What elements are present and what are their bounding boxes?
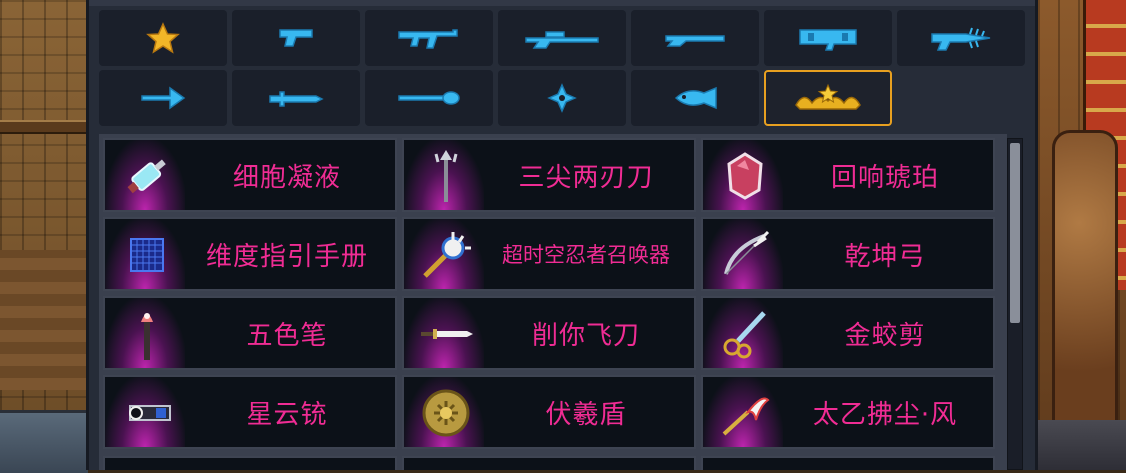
category-launcher-button[interactable] — [764, 10, 892, 66]
panel-top-edge — [89, 0, 1035, 6]
special-stars-icon — [795, 83, 861, 110]
whisk-icon — [717, 385, 773, 441]
shotgun-icon — [665, 35, 725, 47]
sniper-rifle-icon — [525, 31, 599, 49]
assault-rifle-icon — [398, 29, 458, 49]
category-staff-button[interactable] — [365, 70, 493, 126]
sword-icon — [269, 91, 324, 107]
manual-icon — [119, 227, 175, 283]
item-card[interactable]: 乾坤弓 — [701, 217, 995, 291]
item-card[interactable]: 星云铳 — [103, 375, 397, 449]
star-icon — [146, 22, 180, 54]
category-sniper-button[interactable] — [498, 10, 626, 66]
stone-column — [0, 250, 89, 390]
brush-icon — [119, 306, 175, 362]
item-name: 超时空忍者召唤器 — [502, 243, 670, 267]
weapon-catalog-panel: 细胞凝液 三尖两刃刀 回响琥珀 维度指引手册 超时空忍者召唤器 乾坤弓 五色笔 … — [86, 0, 1038, 470]
item-card[interactable] — [701, 456, 995, 470]
item-card[interactable]: 三尖两刃刀 — [402, 138, 696, 212]
shuriken-icon — [547, 83, 577, 113]
drill-gun-icon — [931, 27, 991, 51]
item-card[interactable]: 削你飞刀 — [402, 296, 696, 370]
staff-icon — [398, 91, 460, 105]
item-name: 乾坤弓 — [844, 241, 926, 272]
item-name: 伏羲盾 — [545, 399, 627, 430]
item-card[interactable] — [402, 456, 696, 470]
bow-arrow-icon — [141, 86, 186, 110]
item-name: 星云铳 — [246, 399, 328, 430]
item-card[interactable]: 太乙拂尘·风 — [701, 375, 995, 449]
item-name: 三尖两刃刀 — [518, 162, 654, 193]
category-throwable-button[interactable] — [498, 70, 626, 126]
floor-right — [1038, 420, 1126, 470]
category-assault-rifle-button[interactable] — [365, 10, 493, 66]
item-card[interactable]: 伏羲盾 — [402, 375, 696, 449]
category-sword-button[interactable] — [232, 70, 360, 126]
throwing-knife-icon — [418, 306, 474, 362]
pistol-icon — [279, 29, 313, 47]
golden-scissors-icon — [717, 306, 773, 362]
fish-icon — [674, 86, 717, 110]
item-name: 削你飞刀 — [531, 320, 640, 351]
background-right — [1038, 0, 1126, 470]
category-fish-button[interactable] — [631, 70, 759, 126]
item-name: 回响琥珀 — [830, 162, 939, 193]
item-card[interactable]: 超时空忍者召唤器 — [402, 217, 696, 291]
category-shotgun-button[interactable] — [631, 10, 759, 66]
amber-gem-icon — [717, 148, 773, 204]
scrollbar-thumb[interactable] — [1010, 143, 1020, 323]
bow-icon — [717, 227, 773, 283]
item-card[interactable]: 金蛟剪 — [701, 296, 995, 370]
shield-icon — [418, 385, 474, 441]
item-card[interactable] — [103, 456, 397, 470]
syringe-icon — [119, 148, 175, 204]
category-special-button[interactable] — [764, 70, 892, 126]
item-card[interactable]: 回响琥珀 — [701, 138, 995, 212]
item-name: 维度指引手册 — [205, 241, 368, 272]
statue — [1052, 130, 1118, 436]
trident-icon — [418, 148, 474, 204]
wall-ledge — [0, 120, 88, 134]
item-list-scrollbar[interactable] — [1007, 138, 1023, 470]
item-card[interactable]: 细胞凝液 — [103, 138, 397, 212]
item-name: 太乙拂尘·风 — [812, 399, 958, 430]
item-card[interactable]: 五色笔 — [103, 296, 397, 370]
floor-left — [0, 410, 88, 473]
category-favorites-button[interactable] — [99, 10, 227, 66]
background-left — [0, 0, 89, 473]
item-name: 金蛟剪 — [844, 320, 926, 351]
nebula-gun-icon — [119, 385, 175, 441]
rocket-launcher-icon — [799, 29, 857, 51]
category-bow-button[interactable] — [99, 70, 227, 126]
summoner-icon — [418, 227, 474, 283]
category-drill-button[interactable] — [897, 10, 1025, 66]
item-card[interactable]: 维度指引手册 — [103, 217, 397, 291]
category-pistol-button[interactable] — [232, 10, 360, 66]
item-name: 五色笔 — [246, 320, 328, 351]
item-name: 细胞凝液 — [232, 162, 341, 193]
item-grid: 细胞凝液 三尖两刃刀 回响琥珀 维度指引手册 超时空忍者召唤器 乾坤弓 五色笔 … — [99, 134, 1007, 470]
